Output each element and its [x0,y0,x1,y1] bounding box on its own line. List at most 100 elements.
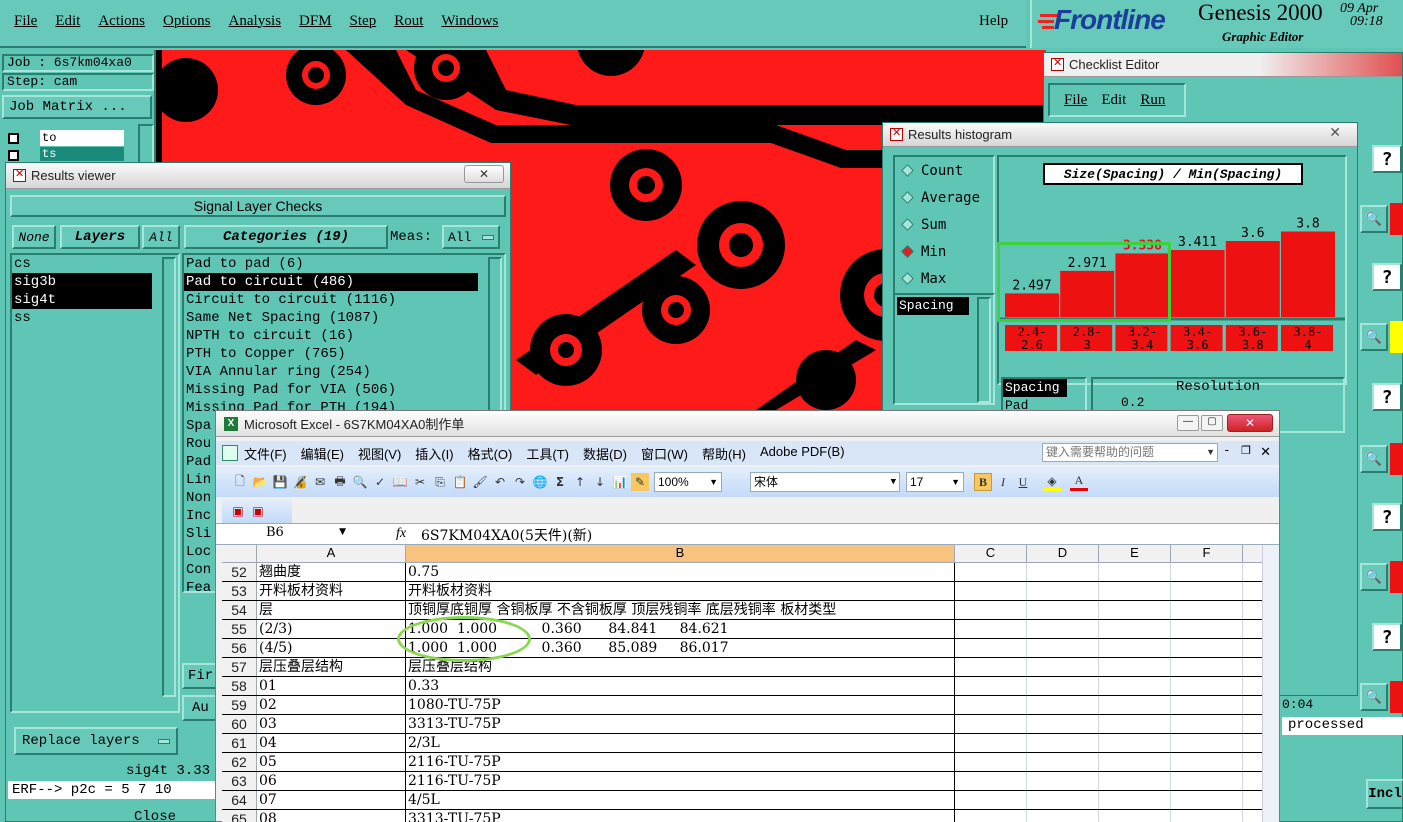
category-list-item[interactable]: Missing Pad for VIA (506) [184,381,478,399]
layer-list-item[interactable]: ss [12,309,152,327]
table-cell[interactable]: 层压叠层结构 [406,658,955,676]
table-cell[interactable] [1099,734,1171,752]
table-cell[interactable] [1099,791,1171,809]
print-preview-icon[interactable]: 🔍 [351,473,369,491]
help-button[interactable]: ? [1372,383,1402,411]
excel-menu-item[interactable]: 插入(I) [415,444,453,463]
option-average[interactable]: Average [895,184,993,211]
row-number[interactable]: 52 [222,563,257,581]
layers-scrollbar[interactable] [162,257,176,697]
layer-row-ts[interactable]: ts [6,147,124,163]
print-icon[interactable]: 🖶 [331,473,349,491]
format-painter-icon[interactable]: 🖌 [471,473,489,491]
row-number[interactable]: 54 [222,601,257,619]
permission-icon[interactable]: 🔏 [291,473,309,491]
zoom-button[interactable]: 🔍 [1360,205,1388,233]
table-cell[interactable] [1171,772,1243,790]
table-cell[interactable]: 顶铜厚底铜厚 含铜板厚 不含铜板厚 顶层残铜率 底层残铜率 板材类型 [406,601,955,619]
excel-menu-item[interactable]: 文件(F) [244,444,287,463]
table-cell[interactable] [1027,639,1099,657]
column-header-e[interactable]: E [1099,545,1171,562]
table-cell[interactable] [955,658,1027,676]
table-cell[interactable]: 翘曲度 [257,563,406,581]
table-cell[interactable] [1027,715,1099,733]
row-number[interactable]: 64 [222,791,257,809]
convert-pdf-icon[interactable]: ▣ [229,502,247,520]
table-cell[interactable] [1171,639,1243,657]
spelling-icon[interactable]: ✓ [371,473,389,491]
table-cell[interactable] [1027,734,1099,752]
zoom-button[interactable]: 🔍 [1360,563,1388,591]
convert-pdf-email-icon[interactable]: ▣ [249,502,267,520]
column-header-b[interactable]: B [406,545,955,562]
option-sum[interactable]: Sum [895,211,993,238]
zoom-button[interactable]: 🔍 [1360,323,1388,351]
italic-button[interactable]: I [994,473,1012,491]
row-number[interactable]: 60 [222,715,257,733]
table-cell[interactable] [1099,696,1171,714]
menu-dfm[interactable]: DFM [299,13,332,30]
name-box[interactable]: B6 ▼ [222,525,346,544]
menu-file[interactable]: File [14,13,37,30]
checklist-menu-edit[interactable]: Edit [1101,92,1126,109]
table-cell[interactable]: 0.33 [406,677,955,695]
menu-rout[interactable]: Rout [394,13,423,30]
meas-dropdown[interactable]: All [442,225,500,249]
table-cell[interactable] [1099,753,1171,771]
column-header-a[interactable]: A [257,545,406,562]
zoom-dropdown[interactable]: 100% ▼ [654,472,722,492]
close-icon[interactable]: ✕ [464,165,504,183]
table-cell[interactable] [1027,601,1099,619]
row-number[interactable]: 61 [222,734,257,752]
table-cell[interactable] [1171,620,1243,638]
table-cell[interactable] [1099,772,1171,790]
excel-menu-item[interactable]: 格式(O) [468,444,513,463]
menu-analysis[interactable]: Analysis [229,13,282,30]
table-cell[interactable] [1099,639,1171,657]
new-icon[interactable]: 🗋 [231,473,249,491]
table-cell[interactable] [1171,563,1243,581]
save-icon[interactable]: 💾 [271,473,289,491]
close-icon[interactable]: ✕ [1227,414,1273,432]
table-cell[interactable]: 层 [257,601,406,619]
histogram-bar[interactable] [1170,249,1225,317]
table-cell[interactable]: 05 [257,753,406,771]
undo-icon[interactable]: ↶ [491,473,509,491]
row-number[interactable]: 55 [222,620,257,638]
table-cell[interactable]: (2/3) [257,620,406,638]
table-cell[interactable] [1171,791,1243,809]
table-cell[interactable]: 03 [257,715,406,733]
table-cell[interactable] [955,639,1027,657]
table-cell[interactable]: 04 [257,734,406,752]
table-cell[interactable] [1099,658,1171,676]
menu-actions[interactable]: Actions [98,13,145,30]
histogram-list-item[interactable]: Spacing [897,297,969,315]
close-button[interactable]: Close [134,809,176,822]
category-list-item[interactable]: Pad to pad (6) [184,255,478,273]
table-cell[interactable] [1171,582,1243,600]
excel-menu-item[interactable]: 工具(T) [526,444,569,463]
replace-layers-button[interactable]: Replace layers [14,727,178,755]
table-cell[interactable]: (4/5) [257,639,406,657]
help-button[interactable]: ? [1372,263,1402,291]
checkbox-icon[interactable] [8,150,19,161]
table-cell[interactable]: 08 [257,810,406,822]
histogram-bar[interactable] [1225,241,1280,317]
category-list-item[interactable]: PTH to Copper (765) [184,345,478,363]
hyperlink-icon[interactable]: 🌐 [531,473,549,491]
option-max[interactable]: Max [895,265,993,292]
table-cell[interactable] [955,772,1027,790]
category-list-item[interactable]: Circuit to circuit (1116) [184,291,478,309]
table-cell[interactable]: 层压叠层结构 [257,658,406,676]
column-header-c[interactable]: C [955,545,1027,562]
table-cell[interactable]: 06 [257,772,406,790]
select-all-corner[interactable] [222,545,257,562]
table-cell[interactable] [955,734,1027,752]
table-cell[interactable] [1171,734,1243,752]
table-cell[interactable] [1027,620,1099,638]
table-cell[interactable] [955,810,1027,822]
table-cell[interactable]: 1080-TU-75P [406,696,955,714]
paste-icon[interactable]: 📋 [451,473,469,491]
excel-menu-item[interactable]: 视图(V) [358,444,401,463]
drawing-icon[interactable]: ✎ [631,473,649,491]
